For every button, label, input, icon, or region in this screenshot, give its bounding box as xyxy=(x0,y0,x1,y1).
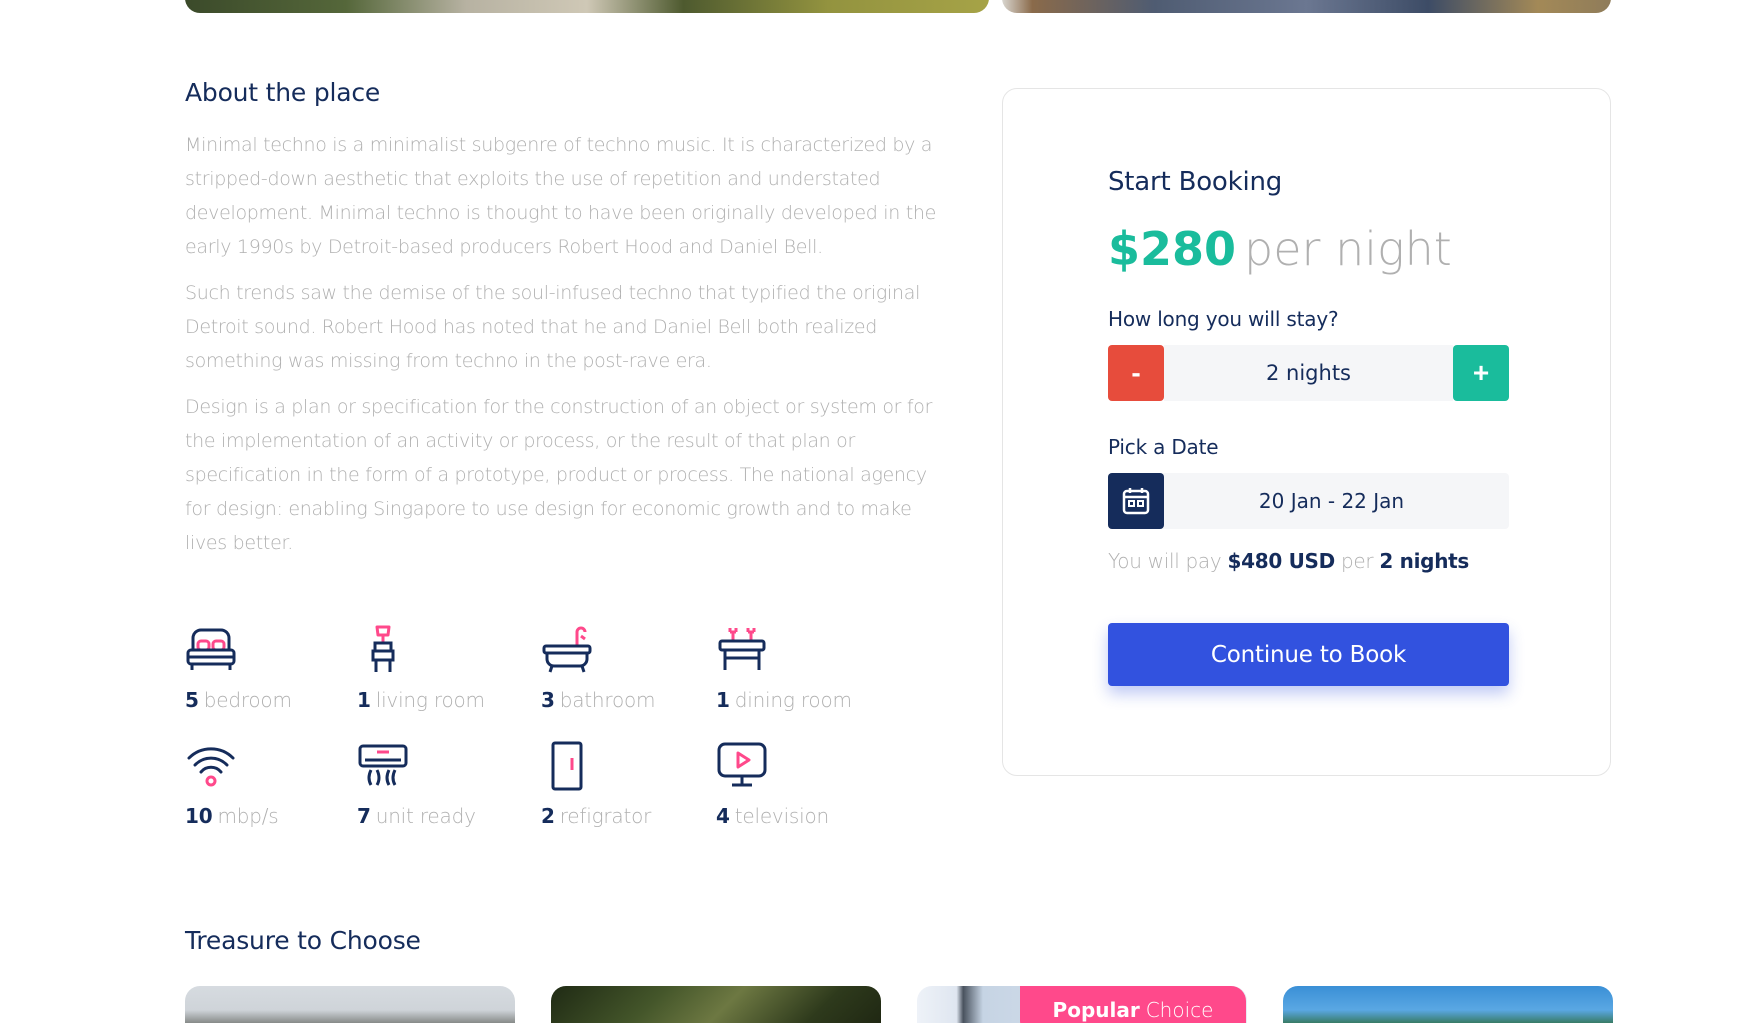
pay-nights: 2 nights xyxy=(1379,549,1469,573)
feature-label: mbp/s xyxy=(217,804,279,828)
date-range-value[interactable]: 20 Jan - 22 Jan xyxy=(1164,473,1509,529)
feature-count: 1 xyxy=(716,688,730,712)
about-paragraph: Design is a plan or specification for th… xyxy=(185,396,933,554)
nights-stepper: - 2 nights + xyxy=(1108,345,1509,401)
bed-icon xyxy=(186,628,236,670)
television-icon xyxy=(717,742,767,787)
refrigerator-icon xyxy=(551,741,583,791)
popular-badge-light: Choice xyxy=(1145,998,1214,1022)
treasure-card[interactable] xyxy=(1283,986,1613,1023)
stay-duration-label: How long you will stay? xyxy=(1108,307,1339,331)
bathtub-icon xyxy=(542,626,592,673)
feature-count: 4 xyxy=(716,804,730,828)
price-per-night: $280 per night xyxy=(1108,221,1509,277)
feature-count: 7 xyxy=(357,804,371,828)
popular-choice-badge: Popular Choice xyxy=(1020,986,1246,1023)
popular-badge-bold: Popular xyxy=(1052,998,1140,1022)
feature-label: dining room xyxy=(734,688,852,712)
payment-summary: You will pay $480 USD per 2 nights xyxy=(1108,549,1509,573)
about-title: About the place xyxy=(185,78,381,107)
feature-count: 5 xyxy=(185,688,199,712)
feature-count: 3 xyxy=(541,688,555,712)
feature-television: 4 television xyxy=(716,740,886,828)
treasure-card[interactable] xyxy=(551,986,881,1023)
feature-count: 2 xyxy=(541,804,555,828)
feature-label: television xyxy=(734,804,830,828)
booking-card: Start Booking $280 per night How long you… xyxy=(1002,88,1611,776)
pick-date-label: Pick a Date xyxy=(1108,435,1219,459)
date-picker[interactable]: 20 Jan - 22 Jan xyxy=(1108,473,1509,529)
calendar-button[interactable] xyxy=(1108,473,1164,529)
feature-dining-room: 1 dining room xyxy=(716,624,886,712)
nights-value[interactable]: 2 nights xyxy=(1164,345,1453,401)
feature-label: bathroom xyxy=(559,688,656,712)
about-paragraph: Such trends saw the demise of the soul-i… xyxy=(185,282,921,372)
hero-image-main xyxy=(185,0,989,13)
about-paragraph: Minimal techno is a minimalist subgenre … xyxy=(185,134,937,258)
about-description: Minimal techno is a minimalist subgenre … xyxy=(185,128,945,572)
treasure-section-title: Treasure to Choose xyxy=(185,926,421,955)
price-unit: per night xyxy=(1244,222,1452,276)
feature-label: unit ready xyxy=(375,804,476,828)
feature-label: living room xyxy=(375,688,485,712)
decrease-nights-button[interactable]: - xyxy=(1108,345,1164,401)
feature-refrigerator: 2 refigrator xyxy=(541,740,711,828)
hero-image-side xyxy=(1002,0,1611,13)
wifi-icon xyxy=(187,747,235,787)
feature-label: bedroom xyxy=(203,688,292,712)
pay-amount: $480 USD xyxy=(1227,549,1335,573)
feature-count: 1 xyxy=(357,688,371,712)
feature-wifi: 10 mbp/s xyxy=(185,740,355,828)
feature-label: refigrator xyxy=(559,804,652,828)
lamp-chair-icon xyxy=(371,625,395,672)
feature-living-room: 1 living room xyxy=(357,624,527,712)
dining-table-icon xyxy=(718,628,766,670)
feature-air-conditioner: 7 unit ready xyxy=(357,740,527,828)
booking-title: Start Booking xyxy=(1108,167,1283,197)
feature-bathroom: 3 bathroom xyxy=(541,624,711,712)
pay-per: per xyxy=(1341,549,1374,573)
calendar-icon xyxy=(1122,488,1150,515)
feature-count: 10 xyxy=(185,804,213,828)
treasure-card[interactable] xyxy=(185,986,515,1023)
increase-nights-button[interactable]: + xyxy=(1453,345,1509,401)
price-amount: $280 xyxy=(1108,222,1237,276)
continue-to-book-button[interactable]: Continue to Book xyxy=(1108,623,1509,686)
air-conditioner-icon xyxy=(358,744,408,786)
feature-bedroom: 5 bedroom xyxy=(185,624,355,712)
pay-prefix: You will pay xyxy=(1108,549,1222,573)
